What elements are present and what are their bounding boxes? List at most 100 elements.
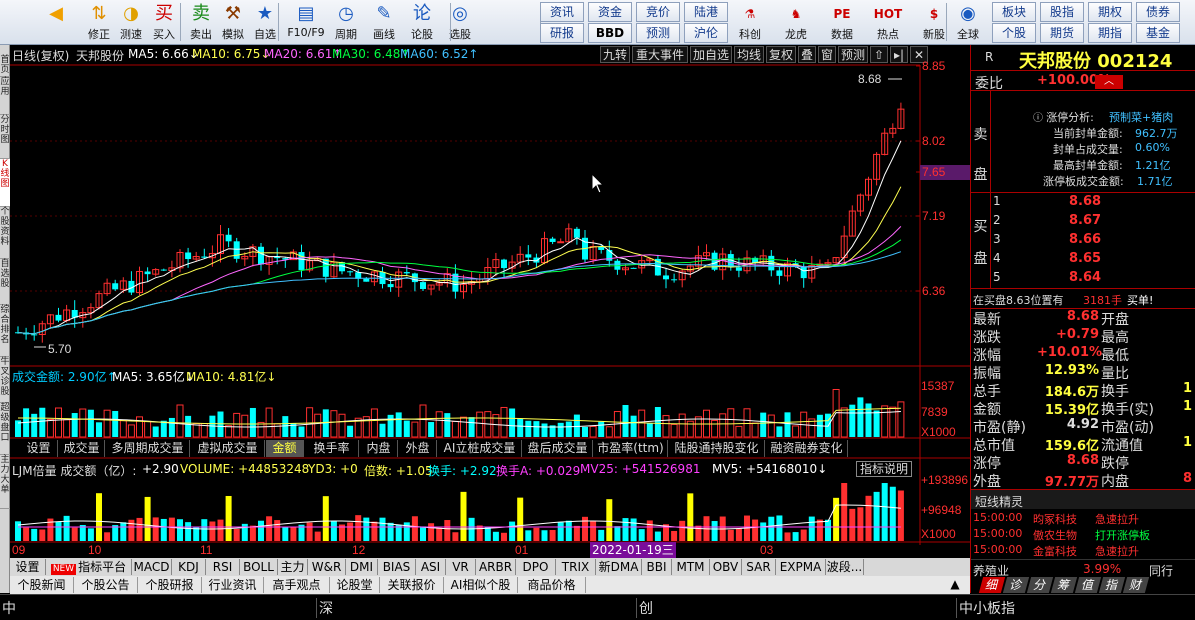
bottom-indicator-tab[interactable]: DPO [516, 559, 556, 575]
indicator-tab[interactable]: 换手率 [305, 440, 359, 457]
news-tab[interactable]: 商品价格 [518, 577, 586, 593]
toolbar-ipo-button[interactable]: $ 新股 [912, 2, 956, 43]
indicator-tab[interactable]: 成交量 [59, 440, 105, 457]
quote-tab[interactable]: 指 [1098, 577, 1126, 593]
toolbar-kechuang-button[interactable]: ⚗ 科创 [728, 2, 772, 43]
indicator-help-button[interactable]: 指标说明 [856, 461, 913, 477]
short-line-stock[interactable]: 昀冢科技 [1033, 511, 1077, 527]
news-tab[interactable]: 论股堂 [330, 577, 380, 593]
toolbar-quick-button[interactable]: 预测 [636, 23, 680, 43]
toolbar-global-button[interactable]: ◉ 全球 [952, 2, 984, 43]
indicator-tab[interactable]: 盘后成交量 [523, 440, 593, 457]
bottom-indicator-tab[interactable]: MTM [672, 559, 710, 575]
toolbar-buy-button[interactable]: 买买入 [148, 2, 180, 43]
bottom-indicator-tab[interactable]: TRIX [556, 559, 596, 575]
left-tab[interactable]: 自选股 [0, 259, 10, 305]
quote-tab[interactable]: 细 [978, 577, 1006, 593]
toolbar-quick-button[interactable]: 板块 [992, 2, 1036, 22]
quote-tab[interactable]: 分 [1026, 577, 1054, 593]
indicator-tab[interactable]: 设置 [20, 440, 58, 457]
news-tab[interactable]: 关联报价 [380, 577, 444, 593]
quote-tab[interactable]: 财 [1122, 577, 1150, 593]
quote-tab[interactable]: 诊 [1002, 577, 1030, 593]
toolbar-hotspot-button[interactable]: HOT 热点 [866, 2, 910, 43]
news-tab[interactable]: 个股公告 [74, 577, 138, 593]
toolbar-quick-button[interactable]: 资讯 [540, 2, 584, 22]
bottom-indicator-tab[interactable]: ASI [416, 559, 446, 575]
toolbar-sell-button[interactable]: 卖卖出 [186, 2, 216, 43]
short-line-stock[interactable]: 金富科技 [1033, 543, 1077, 559]
bottom-indicator-tab[interactable]: BBI [642, 559, 672, 575]
bottom-indicator-tab[interactable]: NEW 指标平台 [46, 559, 132, 575]
toolbar-quick-button[interactable]: 基金 [1136, 23, 1180, 43]
bottom-indicator-tab[interactable]: DMI [346, 559, 378, 575]
status-index[interactable]: 中 [0, 598, 16, 618]
left-tab[interactable]: 个股资料 [0, 207, 10, 259]
toolbar-quick-button[interactable]: 期指 [1088, 23, 1132, 43]
bottom-indicator-tab[interactable]: RSI [206, 559, 240, 575]
indicator-tab[interactable]: 内盘 [360, 440, 398, 457]
toolbar-quick-button[interactable]: 资金 [588, 2, 632, 22]
indicator-tab[interactable]: 金额 [266, 440, 304, 457]
toolbar-quick-button[interactable]: BBD [588, 23, 632, 43]
quote-tab[interactable]: 筹 [1050, 577, 1078, 593]
toolbar-quick-button[interactable]: 债券 [1136, 2, 1180, 22]
status-index[interactable]: 深 [316, 598, 333, 618]
toolbar-quick-button[interactable]: 竞价 [636, 2, 680, 22]
toolbar-discuss-button[interactable]: 论论股 [404, 2, 440, 43]
left-tab[interactable]: 应用 [0, 77, 10, 115]
news-tab[interactable]: AI相似个股 [444, 577, 518, 593]
left-tab[interactable]: 综合排名 [0, 305, 10, 357]
bottom-indicator-tab[interactable]: 主力 [278, 559, 308, 575]
limit-analysis-tags[interactable]: 预制菜+猪肉 [1109, 109, 1173, 125]
left-tab[interactable]: 分时图 [0, 115, 10, 159]
left-tab[interactable]: K线图 [0, 159, 10, 207]
indicator-tab[interactable]: 陆股通持股变化 [669, 440, 765, 457]
news-tab[interactable]: 个股研报 [138, 577, 202, 593]
indicator-tab[interactable]: AI立桩成交量 [438, 440, 522, 457]
toolbar-quick-button[interactable]: 研报 [540, 23, 584, 43]
bottom-indicator-tab[interactable]: EXPMA [776, 559, 826, 575]
bottom-indicator-tab[interactable]: 波段... [826, 559, 864, 575]
toolbar-draw-button[interactable]: ✎ 画线 [366, 2, 402, 43]
toolbar-simulate-button[interactable]: ⚒ 模拟 [218, 2, 248, 43]
toolbar-quick-button[interactable]: 股指 [1040, 2, 1084, 22]
toolbar-quick-button[interactable]: 陆港 [684, 2, 728, 22]
indicator-tab[interactable]: 市盈率(ttm) [594, 440, 668, 457]
bottom-indicator-tab[interactable]: BOLL [240, 559, 278, 575]
status-index[interactable]: 中小板指 [956, 598, 1015, 618]
indicator-tab[interactable]: 多周期成交量 [106, 440, 190, 457]
news-tab[interactable]: 高手观点 [264, 577, 330, 593]
toolbar-quick-button[interactable]: 个股 [992, 23, 1036, 43]
toolbar-quick-button[interactable]: 沪伦 [684, 23, 728, 43]
toolbar-speedtest-button[interactable]: ◑ 测速 [116, 2, 146, 43]
toolbar-back-button[interactable]: ◀ [40, 2, 72, 43]
short-line-stock[interactable]: 傲农生物 [1033, 527, 1077, 543]
toolbar-modify-button[interactable]: ⇅ 修正 [84, 2, 114, 43]
left-tab[interactable]: 超级盘口 [0, 403, 10, 455]
quote-tab[interactable]: 值 [1074, 577, 1102, 593]
toolbar-watchlist-button[interactable]: ★ 自选 [248, 2, 282, 43]
toolbar-f10-button[interactable]: ▤ F10/F9 [286, 2, 326, 43]
toolbar-data-button[interactable]: PE 数据 [820, 2, 864, 43]
toolbar-period-button[interactable]: ◷ 周期 [328, 2, 364, 43]
collapse-arrow-icon[interactable]: ▲ [945, 577, 965, 593]
bottom-indicator-tab[interactable]: W&R [308, 559, 346, 575]
news-tab[interactable]: 个股新闻 [10, 577, 74, 593]
bottom-indicator-tab[interactable]: KDJ [172, 559, 206, 575]
toolbar-select-button[interactable]: ◎ 选股 [442, 2, 478, 43]
bottom-indicator-tab[interactable]: ARBR [476, 559, 516, 575]
bottom-indicator-tab[interactable]: SAR [742, 559, 776, 575]
left-tab[interactable]: 主力大单 [0, 455, 10, 509]
status-index[interactable]: 创 [636, 598, 653, 618]
indicator-tab[interactable]: 外盘 [399, 440, 437, 457]
left-tab[interactable]: 首页 [0, 55, 10, 77]
bottom-indicator-tab[interactable]: VR [446, 559, 476, 575]
collapse-button[interactable]: ︿ [1095, 75, 1123, 89]
left-tab[interactable]: 牛叉诊股 [0, 357, 10, 403]
indicator-tab[interactable]: 虚拟成交量 [191, 440, 265, 457]
toolbar-longhu-button[interactable]: ♞ 龙虎 [774, 2, 818, 43]
toolbar-quick-button[interactable]: 期货 [1040, 23, 1084, 43]
indicator-tab[interactable]: 融资融券变化 [766, 440, 848, 457]
bottom-indicator-tab[interactable]: 新DMA [596, 559, 642, 575]
